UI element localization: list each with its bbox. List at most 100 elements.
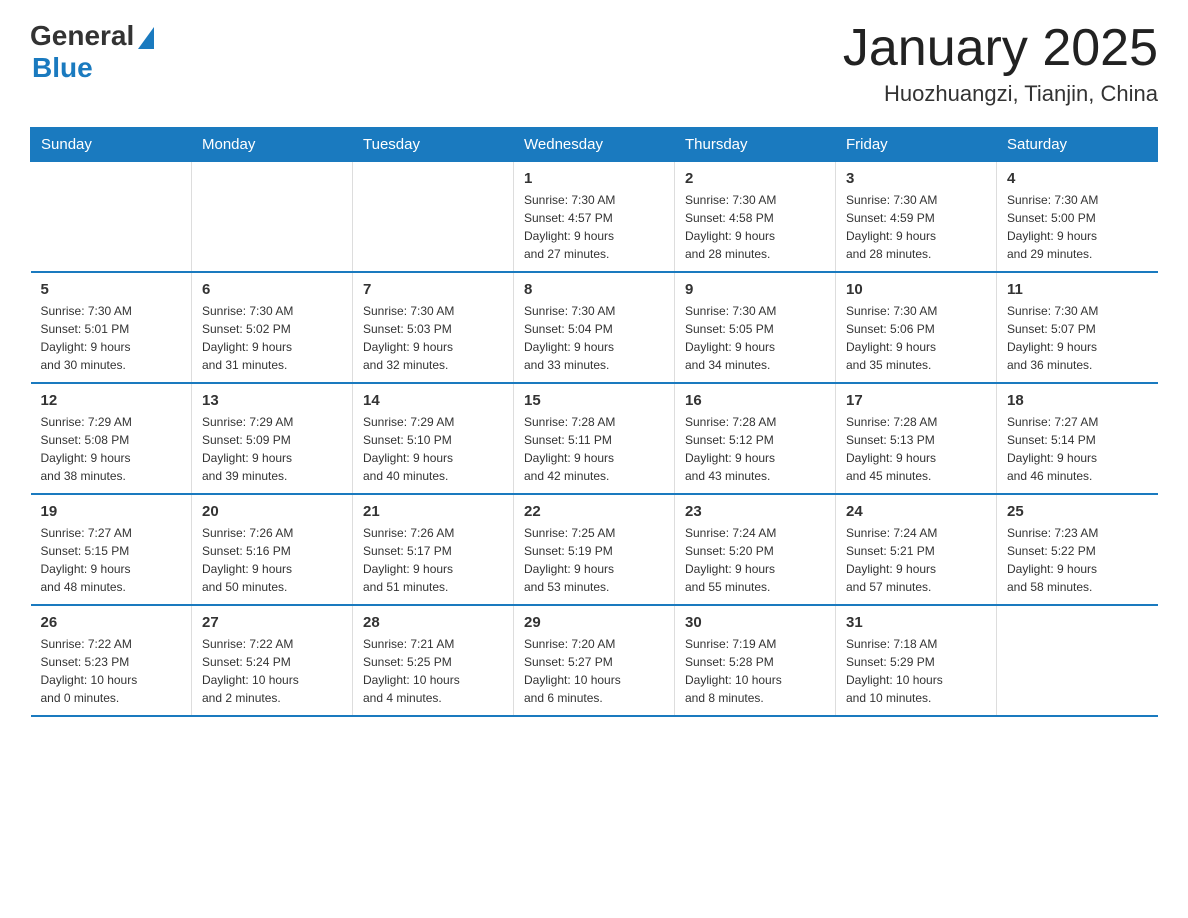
day-number: 12 <box>41 392 182 409</box>
calendar-week-row: 1 Sunrise: 7:30 AM Sunset: 4:57 PM Daylig… <box>31 162 1158 273</box>
day-info: Sunrise: 7:27 AM Sunset: 5:14 PM Dayligh… <box>1007 413 1148 485</box>
day-number: 13 <box>202 392 342 409</box>
calendar-cell: 24Sunrise: 7:24 AM Sunset: 5:21 PM Dayli… <box>836 494 997 605</box>
day-info: Sunrise: 7:29 AM Sunset: 5:08 PM Dayligh… <box>41 413 182 485</box>
day-number: 10 <box>846 281 986 298</box>
logo-blue-text: Blue <box>32 52 93 84</box>
day-info: Sunrise: 7:30 AM Sunset: 5:01 PM Dayligh… <box>41 302 182 374</box>
day-number: 19 <box>41 503 182 520</box>
day-number: 15 <box>524 392 664 409</box>
day-number: 27 <box>202 614 342 631</box>
day-number: 1 <box>524 170 664 187</box>
header-wednesday: Wednesday <box>514 128 675 162</box>
day-number: 7 <box>363 281 503 298</box>
day-info: Sunrise: 7:30 AM Sunset: 5:05 PM Dayligh… <box>685 302 825 374</box>
day-info: Sunrise: 7:18 AM Sunset: 5:29 PM Dayligh… <box>846 635 986 707</box>
calendar-cell: 28Sunrise: 7:21 AM Sunset: 5:25 PM Dayli… <box>353 605 514 716</box>
day-number: 3 <box>846 170 986 187</box>
day-info: Sunrise: 7:30 AM Sunset: 4:59 PM Dayligh… <box>846 191 986 263</box>
day-info: Sunrise: 7:22 AM Sunset: 5:24 PM Dayligh… <box>202 635 342 707</box>
calendar-cell: 25 Sunrise: 7:23 AM Sunset: 5:22 PM Dayli… <box>997 494 1158 605</box>
day-info: Sunrise: 7:28 AM Sunset: 5:12 PM Dayligh… <box>685 413 825 485</box>
calendar-cell: 5Sunrise: 7:30 AM Sunset: 5:01 PM Daylig… <box>31 272 192 383</box>
day-number: 26 <box>41 614 182 631</box>
header-monday: Monday <box>192 128 353 162</box>
calendar-cell <box>31 162 192 273</box>
calendar-cell: 17 Sunrise: 7:28 AM Sunset: 5:13 PM Dayli… <box>836 383 997 494</box>
calendar-cell: 20Sunrise: 7:26 AM Sunset: 5:16 PM Dayli… <box>192 494 353 605</box>
calendar-cell <box>353 162 514 273</box>
day-info: Sunrise: 7:27 AM Sunset: 5:15 PM Dayligh… <box>41 524 182 596</box>
calendar-week-row: 12 Sunrise: 7:29 AM Sunset: 5:08 PM Dayli… <box>31 383 1158 494</box>
calendar-cell <box>192 162 353 273</box>
day-number: 31 <box>846 614 986 631</box>
day-info: Sunrise: 7:29 AM Sunset: 5:10 PM Dayligh… <box>363 413 503 485</box>
calendar-cell: 30 Sunrise: 7:19 AM Sunset: 5:28 PM Dayli… <box>675 605 836 716</box>
calendar-subtitle: Huozhuangzi, Tianjin, China <box>843 81 1158 107</box>
day-info: Sunrise: 7:28 AM Sunset: 5:13 PM Dayligh… <box>846 413 986 485</box>
day-info: Sunrise: 7:29 AM Sunset: 5:09 PM Dayligh… <box>202 413 342 485</box>
calendar-title: January 2025 <box>843 20 1158 77</box>
header-thursday: Thursday <box>675 128 836 162</box>
day-number: 30 <box>685 614 825 631</box>
calendar-week-row: 5Sunrise: 7:30 AM Sunset: 5:01 PM Daylig… <box>31 272 1158 383</box>
calendar-cell: 1 Sunrise: 7:30 AM Sunset: 4:57 PM Daylig… <box>514 162 675 273</box>
calendar-cell: 4 Sunrise: 7:30 AM Sunset: 5:00 PM Daylig… <box>997 162 1158 273</box>
day-info: Sunrise: 7:23 AM Sunset: 5:22 PM Dayligh… <box>1007 524 1148 596</box>
calendar-cell: 14 Sunrise: 7:29 AM Sunset: 5:10 PM Dayli… <box>353 383 514 494</box>
calendar-cell: 8Sunrise: 7:30 AM Sunset: 5:04 PM Daylig… <box>514 272 675 383</box>
header-friday: Friday <box>836 128 997 162</box>
calendar-cell: 11 Sunrise: 7:30 AM Sunset: 5:07 PM Dayli… <box>997 272 1158 383</box>
day-number: 25 <box>1007 503 1148 520</box>
logo: General Blue <box>30 20 154 84</box>
calendar-table: SundayMondayTuesdayWednesdayThursdayFrid… <box>30 127 1158 717</box>
day-number: 9 <box>685 281 825 298</box>
calendar-cell: 19 Sunrise: 7:27 AM Sunset: 5:15 PM Dayli… <box>31 494 192 605</box>
calendar-cell: 2Sunrise: 7:30 AM Sunset: 4:58 PM Daylig… <box>675 162 836 273</box>
day-number: 16 <box>685 392 825 409</box>
day-info: Sunrise: 7:20 AM Sunset: 5:27 PM Dayligh… <box>524 635 664 707</box>
day-info: Sunrise: 7:24 AM Sunset: 5:20 PM Dayligh… <box>685 524 825 596</box>
day-info: Sunrise: 7:30 AM Sunset: 5:07 PM Dayligh… <box>1007 302 1148 374</box>
header-tuesday: Tuesday <box>353 128 514 162</box>
day-info: Sunrise: 7:19 AM Sunset: 5:28 PM Dayligh… <box>685 635 825 707</box>
day-number: 21 <box>363 503 503 520</box>
day-info: Sunrise: 7:30 AM Sunset: 5:02 PM Dayligh… <box>202 302 342 374</box>
calendar-cell: 9 Sunrise: 7:30 AM Sunset: 5:05 PM Daylig… <box>675 272 836 383</box>
header-sunday: Sunday <box>31 128 192 162</box>
day-number: 4 <box>1007 170 1148 187</box>
calendar-cell: 31 Sunrise: 7:18 AM Sunset: 5:29 PM Dayli… <box>836 605 997 716</box>
calendar-cell: 18 Sunrise: 7:27 AM Sunset: 5:14 PM Dayli… <box>997 383 1158 494</box>
logo-general-text: General <box>30 20 134 52</box>
calendar-cell: 21 Sunrise: 7:26 AM Sunset: 5:17 PM Dayli… <box>353 494 514 605</box>
calendar-cell <box>997 605 1158 716</box>
day-number: 29 <box>524 614 664 631</box>
day-info: Sunrise: 7:25 AM Sunset: 5:19 PM Dayligh… <box>524 524 664 596</box>
day-number: 14 <box>363 392 503 409</box>
calendar-cell: 16 Sunrise: 7:28 AM Sunset: 5:12 PM Dayli… <box>675 383 836 494</box>
day-number: 17 <box>846 392 986 409</box>
calendar-cell: 15Sunrise: 7:28 AM Sunset: 5:11 PM Dayli… <box>514 383 675 494</box>
calendar-cell: 23Sunrise: 7:24 AM Sunset: 5:20 PM Dayli… <box>675 494 836 605</box>
day-info: Sunrise: 7:30 AM Sunset: 5:00 PM Dayligh… <box>1007 191 1148 263</box>
calendar-cell: 22Sunrise: 7:25 AM Sunset: 5:19 PM Dayli… <box>514 494 675 605</box>
calendar-cell: 12 Sunrise: 7:29 AM Sunset: 5:08 PM Dayli… <box>31 383 192 494</box>
day-number: 2 <box>685 170 825 187</box>
calendar-cell: 13 Sunrise: 7:29 AM Sunset: 5:09 PM Dayli… <box>192 383 353 494</box>
day-number: 11 <box>1007 281 1148 298</box>
calendar-cell: 7 Sunrise: 7:30 AM Sunset: 5:03 PM Daylig… <box>353 272 514 383</box>
calendar-cell: 6Sunrise: 7:30 AM Sunset: 5:02 PM Daylig… <box>192 272 353 383</box>
calendar-week-row: 26 Sunrise: 7:22 AM Sunset: 5:23 PM Dayli… <box>31 605 1158 716</box>
logo-triangle-icon <box>138 27 154 49</box>
day-info: Sunrise: 7:22 AM Sunset: 5:23 PM Dayligh… <box>41 635 182 707</box>
page-header: General Blue January 2025 Huozhuangzi, T… <box>30 20 1158 107</box>
calendar-week-row: 19 Sunrise: 7:27 AM Sunset: 5:15 PM Dayli… <box>31 494 1158 605</box>
day-info: Sunrise: 7:30 AM Sunset: 5:04 PM Dayligh… <box>524 302 664 374</box>
day-info: Sunrise: 7:26 AM Sunset: 5:16 PM Dayligh… <box>202 524 342 596</box>
day-info: Sunrise: 7:30 AM Sunset: 4:57 PM Dayligh… <box>524 191 664 263</box>
day-info: Sunrise: 7:30 AM Sunset: 5:03 PM Dayligh… <box>363 302 503 374</box>
calendar-cell: 29 Sunrise: 7:20 AM Sunset: 5:27 PM Dayli… <box>514 605 675 716</box>
day-info: Sunrise: 7:26 AM Sunset: 5:17 PM Dayligh… <box>363 524 503 596</box>
day-info: Sunrise: 7:21 AM Sunset: 5:25 PM Dayligh… <box>363 635 503 707</box>
day-number: 18 <box>1007 392 1148 409</box>
